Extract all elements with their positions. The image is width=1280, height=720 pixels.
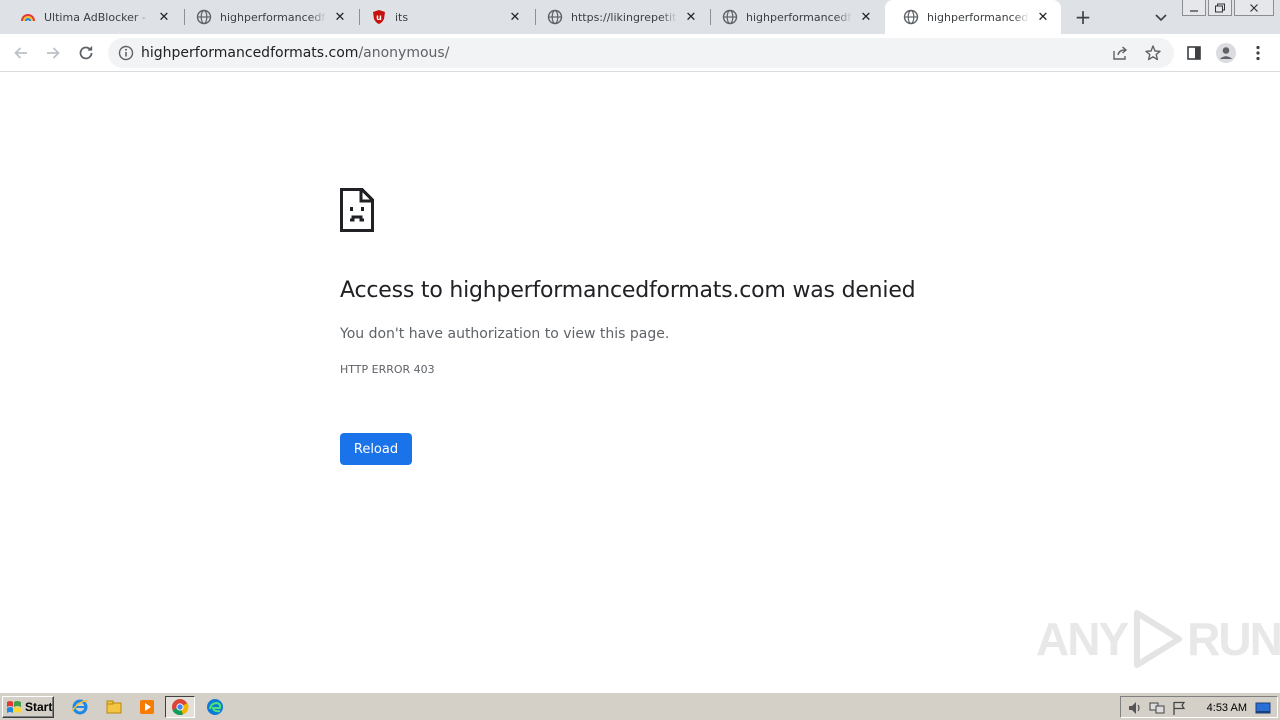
chrome-taskbar-icon[interactable] <box>165 696 195 718</box>
tab-highperformance-active[interactable]: highperformancedformats ✕ <box>885 0 1061 34</box>
svg-text:u: u <box>376 13 382 22</box>
chevron-down-icon[interactable] <box>1151 7 1171 27</box>
info-icon[interactable] <box>118 45 134 61</box>
tab-ultima-adblocker[interactable]: Ultima AdBlocker - The b ✕ <box>2 0 182 34</box>
side-panel-icon[interactable] <box>1182 41 1206 65</box>
forward-icon[interactable] <box>41 41 65 65</box>
tab-highperformance-1[interactable]: highperformancedformats ✕ <box>178 0 358 34</box>
error-code: HTTP ERROR 403 <box>340 363 435 376</box>
anyrun-watermark: ANY RUN <box>1036 604 1280 674</box>
url-text[interactable]: highperformancedformats.com/anonymous/ <box>141 45 449 61</box>
share-icon[interactable] <box>1112 45 1130 61</box>
close-icon[interactable]: ✕ <box>1035 9 1051 25</box>
system-tray: 4:53 AM <box>1120 696 1278 718</box>
media-player-icon[interactable] <box>136 697 158 717</box>
tab-title: highperformancedformats <box>220 10 326 24</box>
tab-title: highperformancedformats <box>746 10 852 24</box>
reload-button[interactable]: Reload <box>340 433 412 465</box>
close-icon[interactable]: ✕ <box>683 9 699 25</box>
sad-page-icon <box>340 188 374 232</box>
close-icon[interactable]: ✕ <box>858 9 874 25</box>
volume-icon[interactable] <box>1127 700 1143 716</box>
tab-title: its <box>395 10 409 24</box>
edge-icon[interactable] <box>204 697 226 717</box>
network-icon[interactable] <box>1149 700 1165 716</box>
new-tab-button[interactable]: + <box>1072 6 1094 28</box>
globe-icon <box>722 9 738 25</box>
url-host: highperformancedformats.com <box>141 45 359 61</box>
globe-icon <box>196 9 212 25</box>
tab-highperformance-2[interactable]: highperformancedformats ✕ <box>704 0 884 34</box>
close-icon[interactable]: ✕ <box>156 9 172 25</box>
close-icon[interactable]: ✕ <box>332 9 348 25</box>
file-explorer-icon[interactable] <box>103 697 125 717</box>
kebab-menu-icon[interactable] <box>1246 41 1270 65</box>
tab-strip: Ultima AdBlocker - The b ✕ highperforman… <box>0 0 1280 34</box>
error-title: Access to highperformancedformats.com wa… <box>340 278 916 303</box>
rainbow-icon <box>20 9 36 25</box>
tab-title: Ultima AdBlocker - The b <box>44 10 150 24</box>
watermark-left-text: ANY <box>1036 613 1129 665</box>
restore-button[interactable] <box>1208 0 1232 16</box>
start-button[interactable]: Start <box>2 696 54 718</box>
windows-flag-icon <box>7 701 21 713</box>
error-description: You don't have authorization to view thi… <box>340 326 670 342</box>
address-bar[interactable]: highperformancedformats.com/anonymous/ <box>108 38 1174 68</box>
globe-icon <box>903 9 919 25</box>
minimize-button[interactable] <box>1182 0 1206 16</box>
url-path: /anonymous/ <box>358 45 450 61</box>
play-logo-icon <box>1134 610 1183 668</box>
error-page: Access to highperformancedformats.com wa… <box>0 72 1280 692</box>
ublock-shield-icon: u <box>371 9 387 25</box>
tab-its[interactable]: u its ✕ <box>353 0 533 34</box>
tab-title: https://likingrepetitious <box>571 10 677 24</box>
browser-toolbar: highperformancedformats.com/anonymous/ <box>0 34 1280 72</box>
show-desktop-icon[interactable] <box>1255 700 1271 716</box>
close-icon[interactable]: ✕ <box>507 9 523 25</box>
tab-likingrepetitious[interactable]: https://likingrepetitious ✕ <box>529 0 709 34</box>
back-icon[interactable] <box>9 41 33 65</box>
watermark-right-text: RUN <box>1187 613 1280 665</box>
reload-icon[interactable] <box>74 41 98 65</box>
globe-icon <box>547 9 563 25</box>
action-center-flag-icon[interactable] <box>1171 700 1187 716</box>
profile-avatar-icon[interactable] <box>1214 41 1238 65</box>
tab-title: highperformancedformats <box>927 10 1029 24</box>
close-window-button[interactable] <box>1234 0 1274 16</box>
clock[interactable]: 4:53 AM <box>1207 702 1247 714</box>
start-label: Start <box>25 700 53 714</box>
bookmark-star-icon[interactable] <box>1144 44 1162 62</box>
internet-explorer-icon[interactable] <box>69 697 91 717</box>
window-controls <box>1182 0 1274 18</box>
windows-taskbar: Start 4:53 AM <box>0 692 1280 720</box>
